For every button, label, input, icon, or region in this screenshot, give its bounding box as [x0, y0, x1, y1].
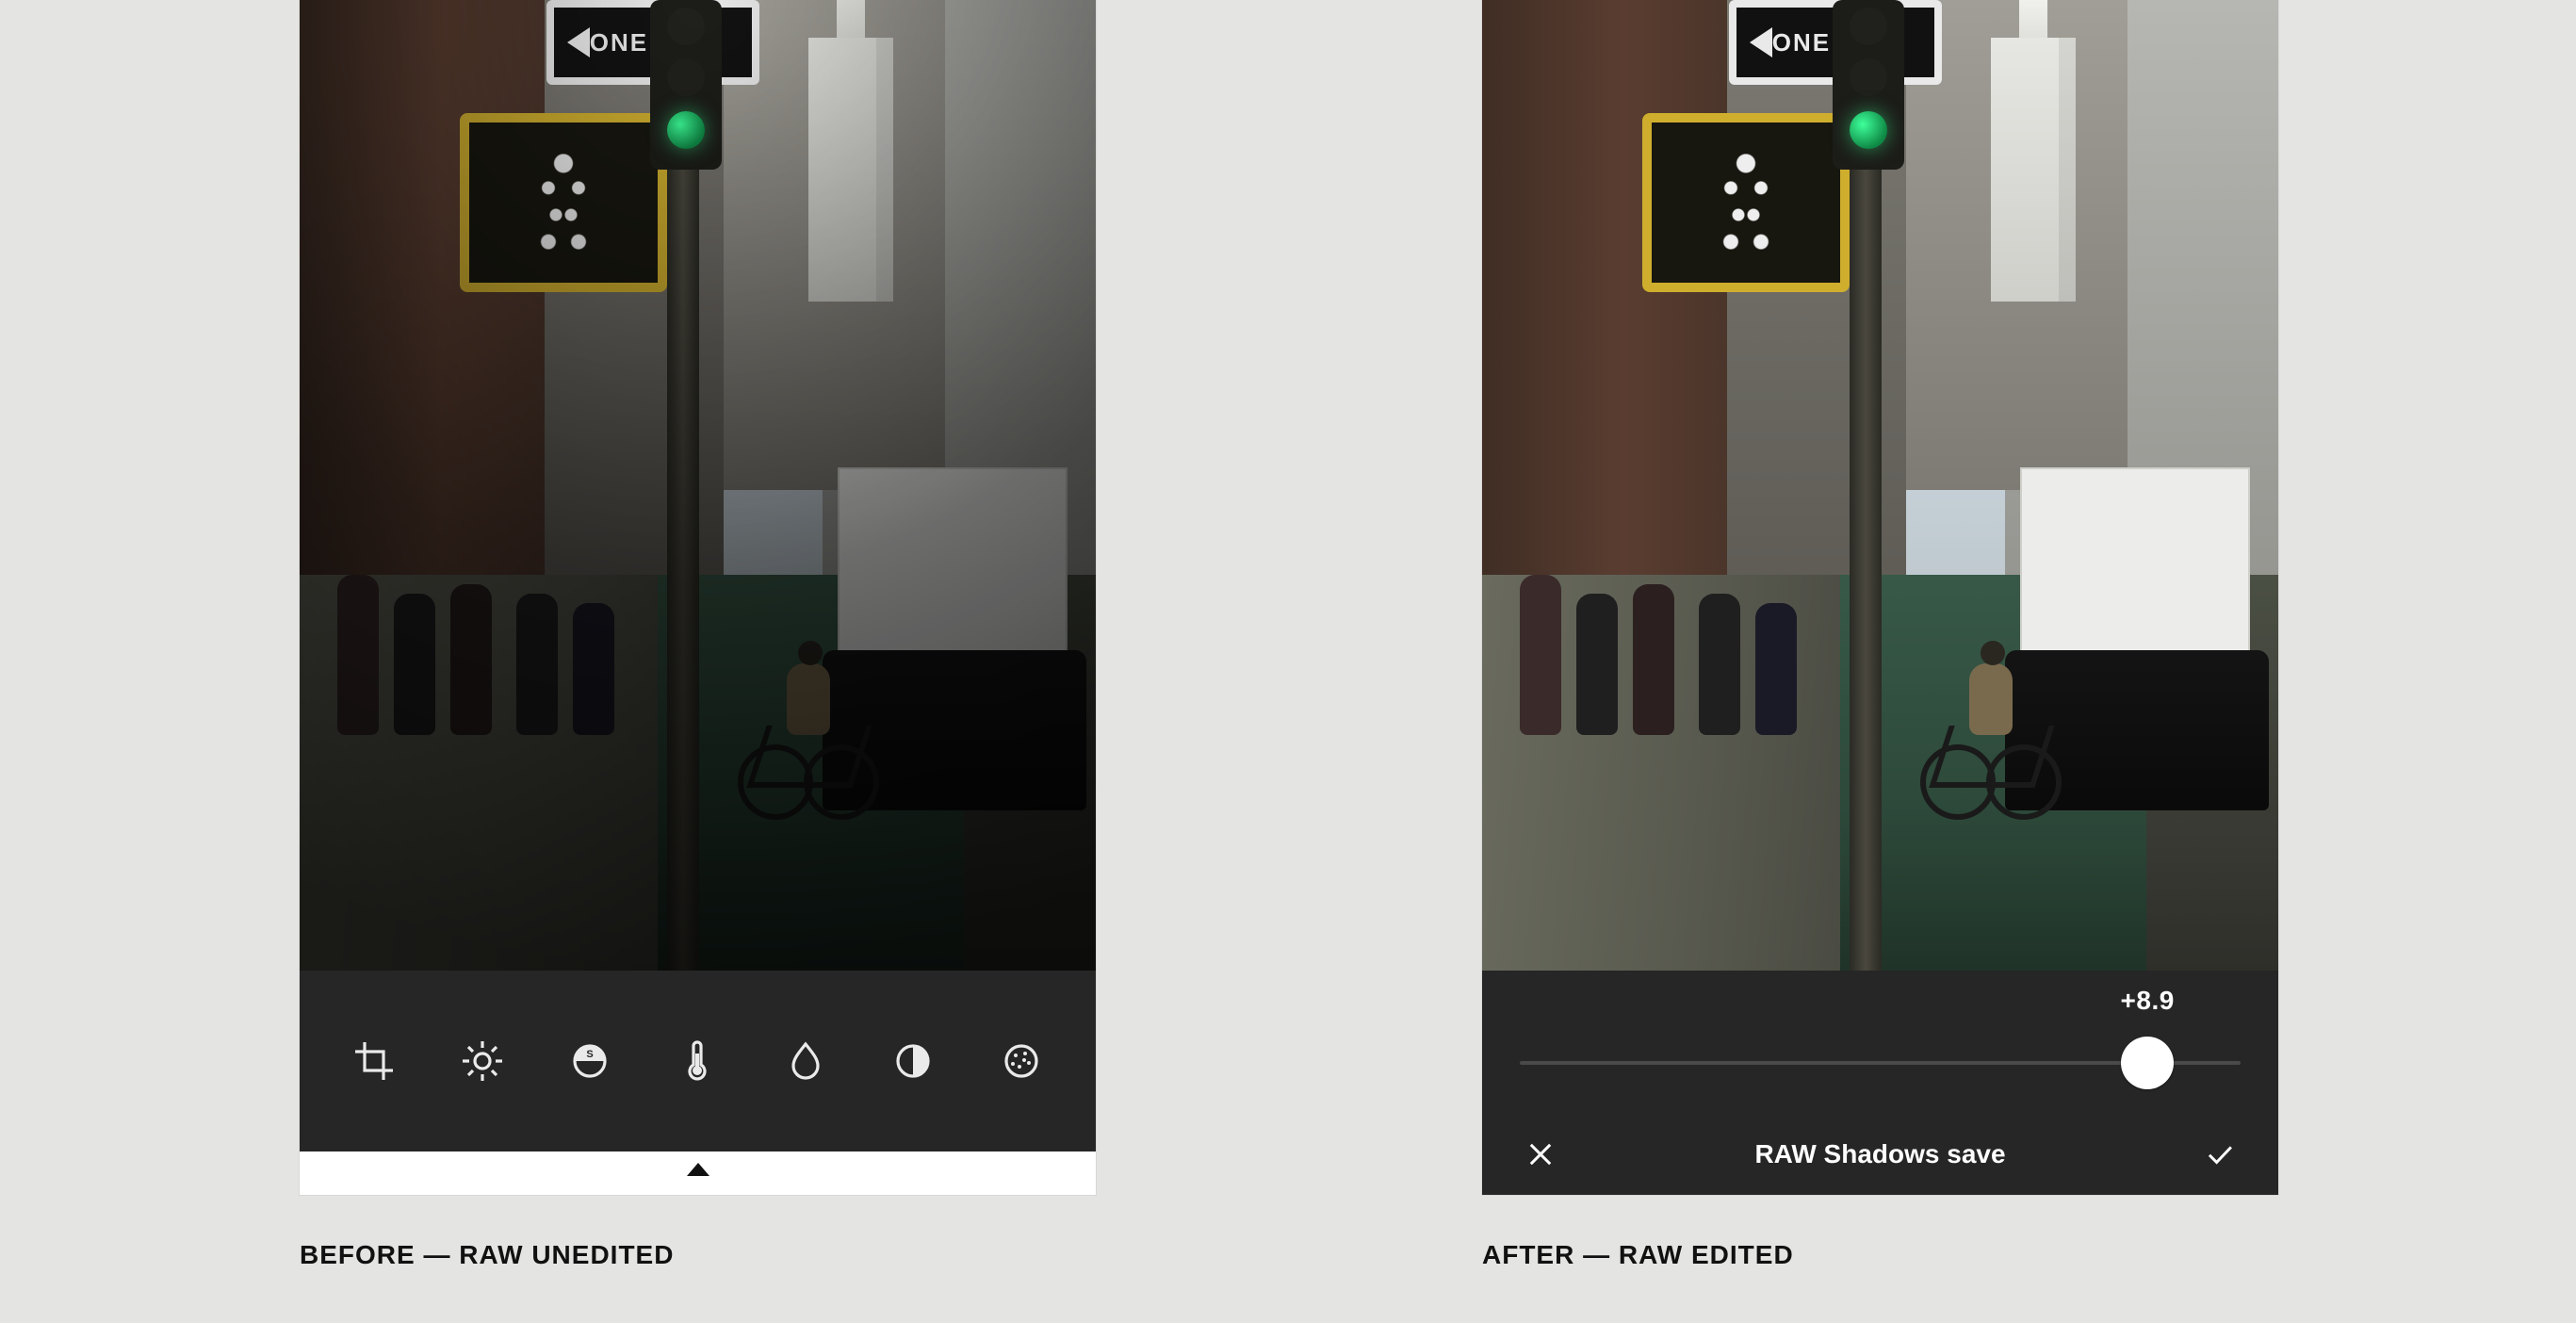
contrast-tool[interactable] [884, 1032, 942, 1090]
crop-tool[interactable] [345, 1032, 403, 1090]
slider-knob[interactable] [2121, 1037, 2174, 1089]
comparison-stage: ONE WAY [0, 0, 2576, 1323]
chevron-up-icon [687, 1163, 709, 1176]
after-phone: ONE WAY +8.9 RAW Shadows save [1482, 0, 2278, 1195]
after-photo: ONE WAY [1482, 0, 2278, 971]
slider-value: +8.9 [2121, 986, 2175, 1016]
after-caption: AFTER — RAW EDITED [1482, 1240, 2278, 1270]
grain-icon [999, 1038, 1044, 1084]
contrast-icon [890, 1038, 936, 1084]
shadows-tool[interactable]: S [561, 1032, 619, 1090]
tint-tool[interactable] [776, 1032, 835, 1090]
shadows-slider-panel: +8.9 RAW Shadows save [1482, 971, 2278, 1195]
exposure-tool[interactable] [453, 1032, 512, 1090]
droplet-icon [783, 1038, 828, 1084]
drawer-handle-strip[interactable] [300, 1152, 1096, 1195]
shadows-icon: S [567, 1038, 612, 1084]
check-icon [2204, 1138, 2236, 1170]
sun-icon [460, 1038, 505, 1084]
grain-tool[interactable] [992, 1032, 1051, 1090]
after-panel: ONE WAY +8.9 RAW Shadows save [1482, 0, 2278, 1270]
slider-title: RAW Shadows save [1754, 1139, 2005, 1169]
before-panel: ONE WAY [300, 0, 1096, 1270]
traffic-light [1833, 0, 1904, 170]
edit-toolbar: S [300, 971, 1096, 1152]
before-caption: BEFORE — RAW UNEDITED [300, 1240, 1096, 1270]
before-phone: ONE WAY [300, 0, 1096, 1195]
cyclist [1920, 641, 2062, 820]
svg-text:S: S [586, 1049, 593, 1060]
before-photo: ONE WAY [300, 0, 1096, 971]
close-icon [1524, 1138, 1557, 1170]
cancel-button[interactable] [1520, 1134, 1561, 1175]
confirm-button[interactable] [2199, 1134, 2241, 1175]
crop-icon [351, 1038, 397, 1084]
temperature-tool[interactable] [668, 1032, 726, 1090]
thermometer-icon [675, 1038, 720, 1084]
pedestrian-signal [1642, 113, 1850, 292]
